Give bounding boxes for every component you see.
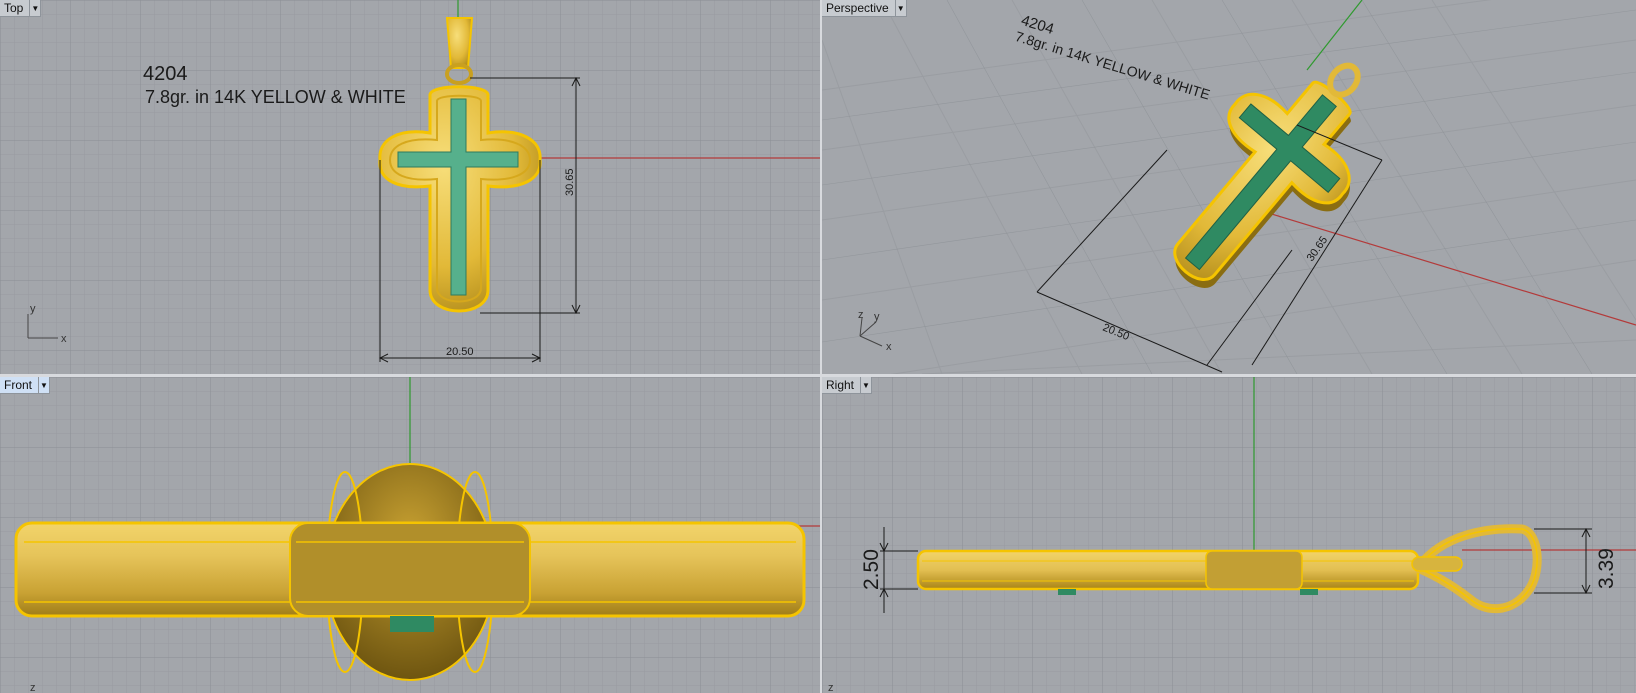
viewport-front-tab[interactable]: Front ▼ <box>0 377 51 394</box>
persp-axis-y-label: y <box>874 311 880 323</box>
viewport-right-label: Right <box>826 378 855 392</box>
viewport-right[interactable]: Right ▼ 2.50 3.39 z <box>822 377 1636 693</box>
persp-dim-height-label: 30.65 <box>1305 234 1331 263</box>
bail-shape <box>445 17 474 69</box>
viewport-perspective-label: Perspective <box>826 1 889 15</box>
viewport-top-label: Top <box>4 1 24 15</box>
right-axis-z-label: z <box>828 682 834 693</box>
dropdown-arrow-icon[interactable]: ▼ <box>894 0 906 16</box>
top-view-canvas[interactable]: 30.65 20.50 y x <box>0 0 820 374</box>
dim-thickness-label: 2.50 <box>860 549 883 590</box>
viewport-front-label: Front <box>4 378 33 392</box>
axis-y-label: y <box>30 303 36 315</box>
viewport-perspective[interactable]: Perspective ▼ 30.65 20.50 z y x 4204 7.8… <box>822 0 1636 374</box>
front-view-canvas[interactable]: z <box>0 377 820 693</box>
viewport-top[interactable]: Top ▼ 30.65 20.50 y x 4204 7.8gr. in 14K… <box>0 0 820 374</box>
dropdown-arrow-icon[interactable]: ▼ <box>860 377 871 393</box>
dropdown-arrow-icon[interactable]: ▼ <box>29 0 40 16</box>
perspective-view-canvas[interactable]: 30.65 20.50 z y x <box>822 0 1636 374</box>
viewport-front[interactable]: Front ▼ z <box>0 377 820 693</box>
axis-x-label: x <box>61 333 67 345</box>
right-view-canvas[interactable]: 2.50 3.39 z <box>822 377 1636 693</box>
dim-height-label: 30.65 <box>564 168 576 196</box>
dim-bail-label: 3.39 <box>1595 548 1618 589</box>
dim-width-label: 20.50 <box>446 346 474 358</box>
product-code: 4204 <box>143 63 188 85</box>
front-axis-z-label: z <box>30 682 36 693</box>
viewport-top-tab[interactable]: Top ▼ <box>0 0 42 17</box>
viewport-layout: Top ▼ 30.65 20.50 y x 4204 7.8gr. in 14K… <box>0 0 1636 693</box>
viewport-perspective-tab[interactable]: Perspective ▼ <box>822 0 907 17</box>
persp-axis-z-label: z <box>858 309 864 321</box>
persp-axis-x-label: x <box>886 341 892 353</box>
viewport-right-tab[interactable]: Right ▼ <box>822 377 873 394</box>
product-spec: 7.8gr. in 14K YELLOW & WHITE <box>145 87 406 107</box>
dropdown-arrow-icon[interactable]: ▼ <box>38 377 49 393</box>
cross-side-profile <box>916 549 1420 591</box>
